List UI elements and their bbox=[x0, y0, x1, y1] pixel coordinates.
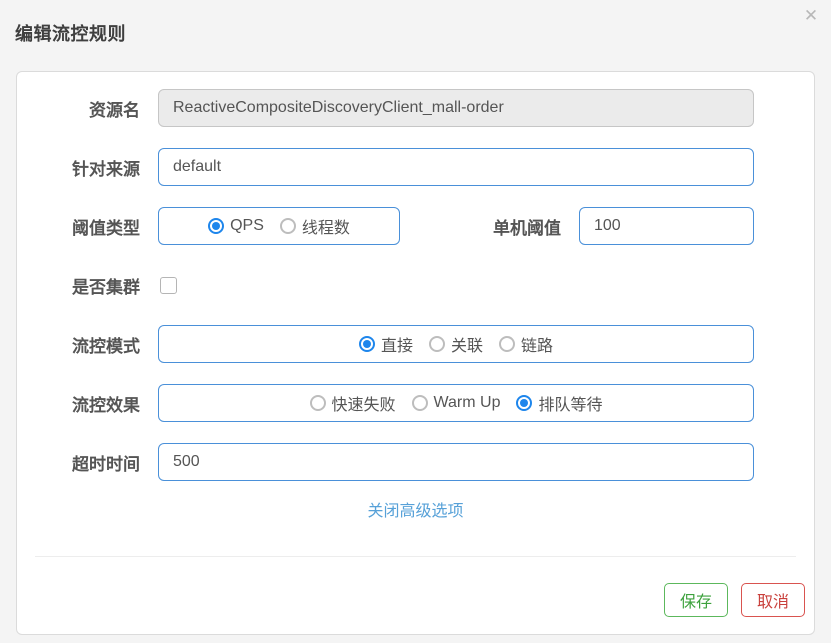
behavior-option-warm-up[interactable]: Warm Up bbox=[411, 394, 501, 412]
behavior-option-fail-fast-label: 快速失败 bbox=[331, 397, 396, 414]
cancel-button[interactable]: 取消 bbox=[740, 583, 805, 617]
strategy-option-chain[interactable]: 链路 bbox=[499, 332, 553, 356]
strategy-control: 直接 关联 链路 bbox=[158, 325, 754, 363]
threshold-label: 单机阈值 bbox=[493, 218, 561, 238]
behavior-option-queue[interactable]: 排队等待 bbox=[516, 391, 603, 415]
dialog-footer: 保存 取消 bbox=[17, 557, 814, 617]
grade-control: QPS 线程数 单机阈值 bbox=[158, 207, 754, 245]
resource-row: 资源名 bbox=[37, 89, 754, 127]
behavior-option-fail-fast[interactable]: 快速失败 bbox=[309, 391, 396, 415]
grade-row: 阈值类型 QPS 线程数 单机阈值 bbox=[37, 207, 754, 245]
timeout-input[interactable] bbox=[158, 443, 754, 481]
grade-option-qps[interactable]: QPS bbox=[208, 217, 264, 235]
radio-unchecked-icon[interactable] bbox=[428, 336, 445, 352]
timeout-control bbox=[158, 443, 754, 481]
radio-unchecked-icon[interactable] bbox=[279, 218, 296, 234]
radio-checked-icon[interactable] bbox=[358, 336, 375, 352]
strategy-option-direct[interactable]: 直接 bbox=[358, 332, 413, 356]
strategy-label: 流控模式 bbox=[72, 336, 140, 356]
behavior-option-warm-up-label: Warm Up bbox=[433, 394, 501, 411]
resource-label: 资源名 bbox=[89, 100, 140, 120]
edit-rule-form-panel: 资源名 针对来源 阈值类型 QPS 线程数 单机阈值 bbox=[16, 71, 815, 635]
close-icon[interactable]: ✕ bbox=[800, 5, 822, 27]
dialog-title: 编辑流控规则 bbox=[15, 24, 126, 44]
radio-unchecked-icon[interactable] bbox=[499, 336, 515, 352]
radio-checked-icon[interactable] bbox=[516, 395, 533, 411]
cluster-checkbox[interactable] bbox=[160, 276, 177, 294]
strategy-option-relate[interactable]: 关联 bbox=[428, 332, 483, 356]
threshold-input[interactable] bbox=[579, 207, 754, 245]
behavior-radio-group: 快速失败 Warm Up 排队等待 bbox=[158, 384, 754, 422]
cluster-label: 是否集群 bbox=[72, 277, 140, 297]
grade-label: 阈值类型 bbox=[72, 218, 140, 238]
limit-app-control bbox=[158, 148, 754, 186]
strategy-option-direct-label: 直接 bbox=[380, 338, 413, 355]
resource-input bbox=[158, 89, 754, 127]
strategy-radio-group: 直接 关联 链路 bbox=[158, 325, 754, 363]
radio-unchecked-icon[interactable] bbox=[411, 395, 428, 411]
behavior-control: 快速失败 Warm Up 排队等待 bbox=[158, 384, 754, 422]
grade-radio-group: QPS 线程数 bbox=[158, 207, 400, 245]
timeout-label: 超时时间 bbox=[72, 454, 140, 474]
behavior-label: 流控效果 bbox=[72, 395, 140, 415]
limit-app-input[interactable] bbox=[158, 148, 754, 186]
grade-option-qps-label: QPS bbox=[230, 217, 264, 234]
behavior-option-queue-label: 排队等待 bbox=[538, 397, 603, 414]
cluster-row: 是否集群 bbox=[37, 266, 754, 304]
timeout-row: 超时时间 bbox=[37, 443, 754, 481]
resource-control bbox=[158, 89, 754, 127]
save-button[interactable]: 保存 bbox=[663, 583, 728, 617]
limit-app-label: 针对来源 bbox=[72, 159, 140, 179]
cluster-control bbox=[158, 266, 754, 304]
strategy-option-chain-label: 链路 bbox=[521, 338, 554, 355]
behavior-row: 流控效果 快速失败 Warm Up 排队等待 bbox=[37, 384, 754, 422]
toggle-advanced-link[interactable]: 关闭高级选项 bbox=[17, 502, 814, 522]
radio-unchecked-icon[interactable] bbox=[309, 395, 326, 411]
grade-option-thread-label: 线程数 bbox=[301, 220, 350, 237]
grade-option-thread[interactable]: 线程数 bbox=[279, 214, 350, 238]
strategy-row: 流控模式 直接 关联 链路 bbox=[37, 325, 754, 363]
strategy-option-relate-label: 关联 bbox=[450, 338, 483, 355]
limit-app-row: 针对来源 bbox=[37, 148, 754, 186]
radio-checked-icon[interactable] bbox=[208, 218, 225, 234]
